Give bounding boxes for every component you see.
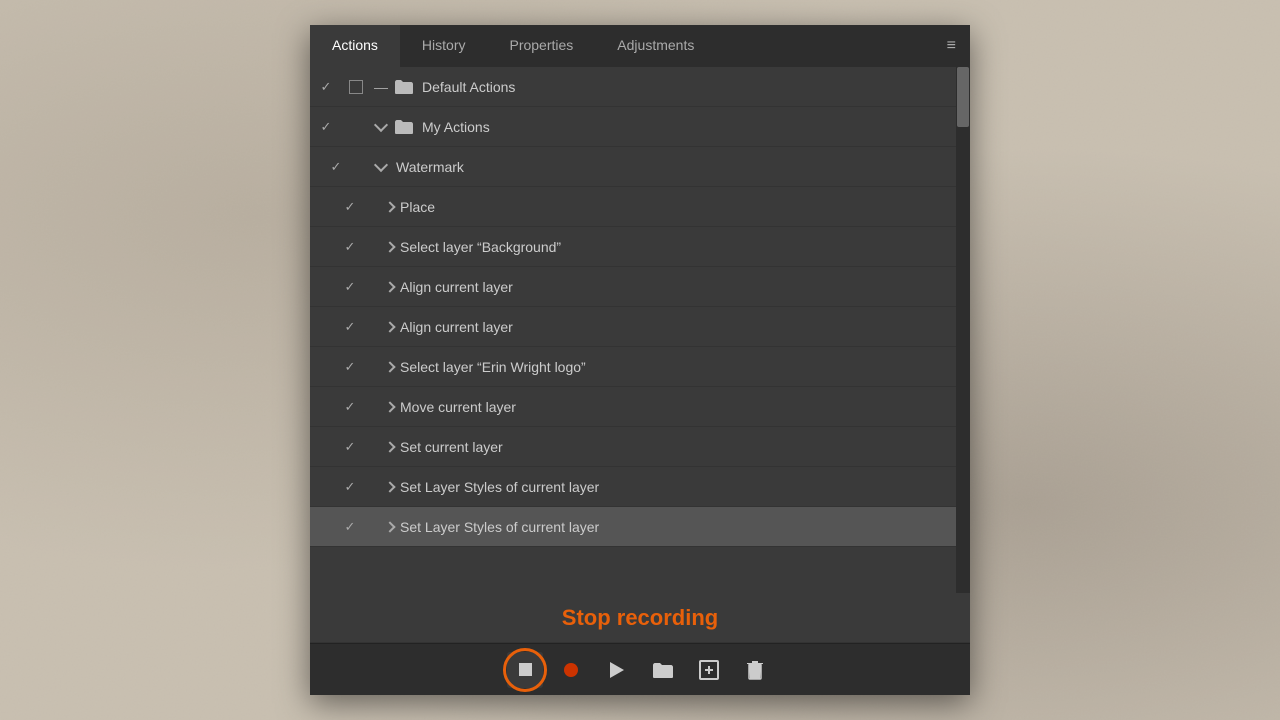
folder-icon-my-actions — [392, 119, 416, 135]
row-align-layer-2[interactable]: ✓ Align current layer — [310, 307, 970, 347]
row-my-actions[interactable]: ✓ My Actions — [310, 107, 970, 147]
tab-history[interactable]: History — [400, 25, 488, 67]
row-select-background[interactable]: ✓ Select layer “Background” — [310, 227, 970, 267]
actions-list: ✓ — Default Actions ✓ — [310, 67, 970, 593]
folder-icon-default-actions — [392, 79, 416, 95]
tab-bar: Actions History Properties Adjustments ≡ — [310, 25, 970, 67]
expand-my-actions[interactable] — [370, 120, 392, 133]
check-set-layer: ✓ — [310, 439, 350, 455]
check-set-styles-2: ✓ — [310, 519, 350, 535]
expand-select-erin[interactable] — [378, 363, 400, 371]
row-set-styles-2[interactable]: ✓ Set Layer Styles of current layer — [310, 507, 970, 547]
label-watermark: Watermark — [392, 159, 956, 175]
panel-content: ✓ — Default Actions ✓ — [310, 67, 970, 643]
actions-panel: Actions History Properties Adjustments ≡… — [310, 25, 970, 695]
label-set-styles-1: Set Layer Styles of current layer — [400, 479, 956, 495]
expand-align-1[interactable] — [378, 283, 400, 291]
tab-actions[interactable]: Actions — [310, 25, 400, 67]
label-align-1: Align current layer — [400, 279, 956, 295]
tab-adjustments[interactable]: Adjustments — [595, 25, 716, 67]
new-folder-button[interactable] — [645, 652, 681, 688]
record-button[interactable] — [553, 652, 589, 688]
checkbox-default-actions[interactable] — [342, 80, 370, 94]
stop-button[interactable] — [507, 652, 543, 688]
expand-set-styles-2[interactable] — [378, 523, 400, 531]
check-set-styles-1: ✓ — [310, 479, 350, 495]
check-move-layer: ✓ — [310, 399, 350, 415]
expand-set-layer[interactable] — [378, 443, 400, 451]
play-icon — [610, 662, 624, 678]
check-align-2: ✓ — [310, 319, 350, 335]
row-place[interactable]: ✓ Place — [310, 187, 970, 227]
play-button[interactable] — [599, 652, 635, 688]
expand-default-actions[interactable]: — — [370, 79, 392, 95]
stop-button-circle — [503, 648, 547, 692]
new-action-icon — [698, 659, 720, 681]
row-set-layer[interactable]: ✓ Set current layer — [310, 427, 970, 467]
label-move-layer: Move current layer — [400, 399, 956, 415]
expand-set-styles-1[interactable] — [378, 483, 400, 491]
check-select-background: ✓ — [310, 239, 350, 255]
label-place: Place — [400, 199, 956, 215]
label-align-2: Align current layer — [400, 319, 956, 335]
expand-watermark[interactable] — [370, 160, 392, 173]
row-align-layer-1[interactable]: ✓ Align current layer — [310, 267, 970, 307]
label-set-styles-2: Set Layer Styles of current layer — [400, 519, 956, 535]
check-place: ✓ — [310, 199, 350, 215]
stop-recording-banner: Stop recording — [310, 593, 970, 643]
check-default-actions: ✓ — [310, 79, 342, 95]
delete-icon — [746, 659, 764, 681]
label-select-erin: Select layer “Erin Wright logo” — [400, 359, 956, 375]
expand-align-2[interactable] — [378, 323, 400, 331]
folder-icon — [652, 661, 674, 679]
bottom-toolbar — [310, 643, 970, 695]
expand-place[interactable] — [378, 203, 400, 211]
scrollbar-thumb[interactable] — [957, 67, 969, 127]
check-watermark: ✓ — [310, 159, 342, 175]
check-select-erin: ✓ — [310, 359, 350, 375]
row-select-erin[interactable]: ✓ Select layer “Erin Wright logo” — [310, 347, 970, 387]
delete-button[interactable] — [737, 652, 773, 688]
check-my-actions: ✓ — [310, 119, 342, 135]
check-align-1: ✓ — [310, 279, 350, 295]
panel-menu-button[interactable]: ≡ — [933, 25, 970, 67]
label-select-background: Select layer “Background” — [400, 239, 956, 255]
scrollbar[interactable] — [956, 67, 970, 593]
record-icon — [564, 663, 578, 677]
tab-properties[interactable]: Properties — [487, 25, 595, 67]
expand-select-background[interactable] — [378, 243, 400, 251]
row-move-layer[interactable]: ✓ Move current layer — [310, 387, 970, 427]
new-action-button[interactable] — [691, 652, 727, 688]
label-default-actions: Default Actions — [422, 79, 956, 95]
row-watermark[interactable]: ✓ Watermark — [310, 147, 970, 187]
row-set-styles-1[interactable]: ✓ Set Layer Styles of current layer — [310, 467, 970, 507]
label-my-actions: My Actions — [422, 119, 956, 135]
label-set-layer: Set current layer — [400, 439, 956, 455]
expand-move-layer[interactable] — [378, 403, 400, 411]
row-default-actions[interactable]: ✓ — Default Actions — [310, 67, 970, 107]
